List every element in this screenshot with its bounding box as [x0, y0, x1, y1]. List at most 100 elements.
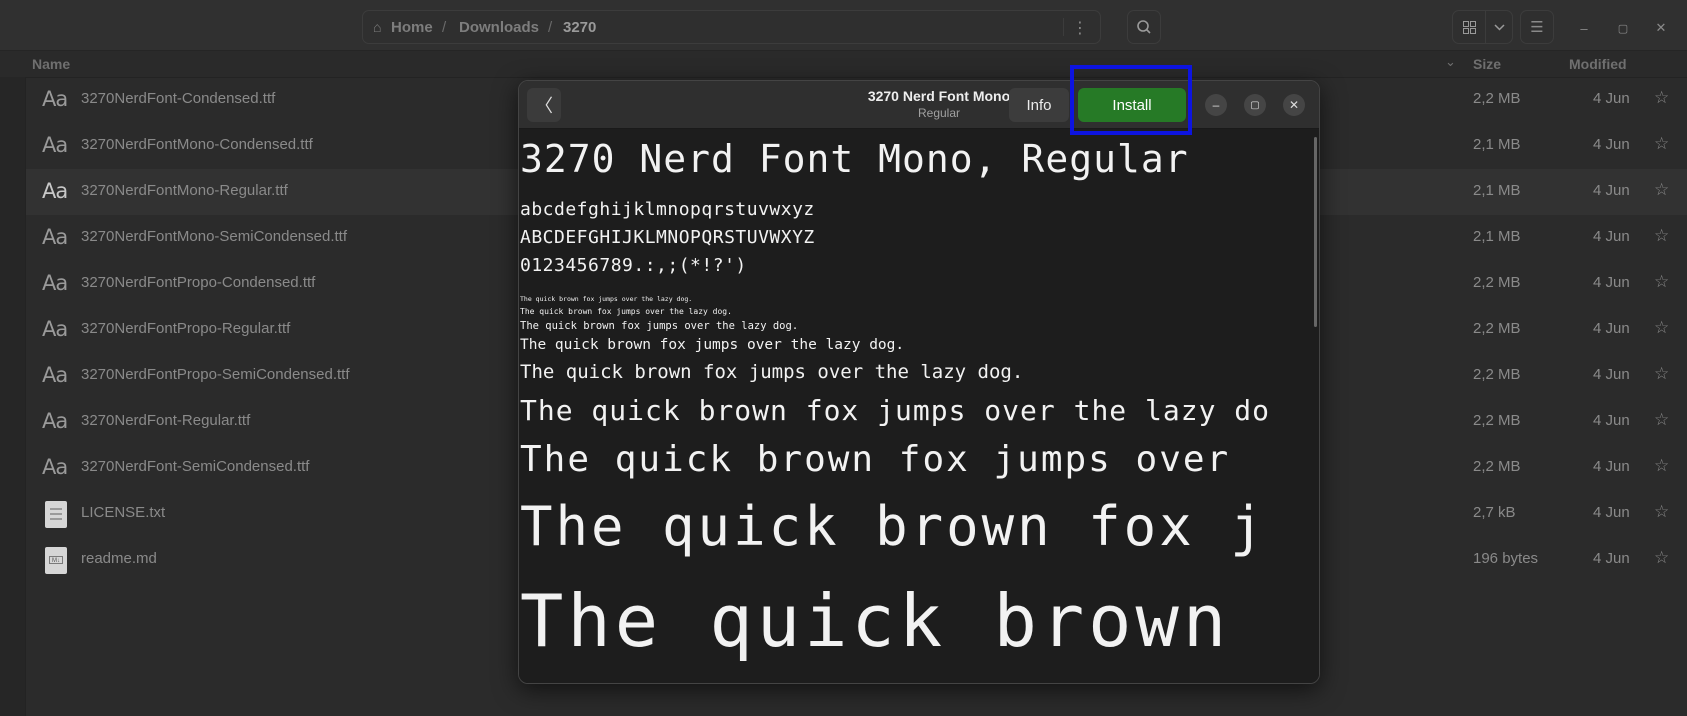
preview-sample: The quick brown fox jumps over the lazy …: [520, 361, 1024, 383]
breadcrumb-separator: /: [548, 19, 553, 36]
file-modified: 4 Jun: [1593, 320, 1630, 337]
file-size: 2,1 MB: [1473, 182, 1521, 199]
breadcrumb-separator: /: [442, 19, 447, 36]
view-grid-button[interactable]: [1452, 10, 1486, 44]
file-name: 3270NerdFontPropo-Regular.ttf: [81, 320, 291, 337]
file-name: 3270NerdFont-Condensed.ttf: [81, 90, 276, 107]
file-name: 3270NerdFontMono-SemiCondensed.ttf: [81, 228, 347, 245]
file-modified: 4 Jun: [1593, 228, 1630, 245]
preview-lowercase: abcdefghijklmnopqrstuvwxyz: [520, 199, 815, 220]
preview-heading: 3270 Nerd Font Mono, Regular: [520, 137, 1189, 181]
file-name: 3270NerdFontPropo-Condensed.ttf: [81, 274, 316, 291]
breadcrumb-downloads[interactable]: Downloads: [459, 19, 539, 36]
minimize-button[interactable]: –: [1573, 17, 1595, 39]
file-size: 2,7 kB: [1473, 504, 1516, 521]
font-preview-area[interactable]: 3270 Nerd Font Mono, Regular abcdefghijk…: [519, 129, 1319, 683]
file-size: 2,1 MB: [1473, 136, 1521, 153]
preview-sample: The quick brown fox jumps over the lazy …: [520, 337, 905, 353]
sort-chevron-icon[interactable]: ⌄: [1445, 54, 1456, 70]
preview-uppercase: ABCDEFGHIJKLMNOPQRSTUVWXYZ: [520, 227, 815, 248]
star-icon[interactable]: ☆: [1654, 502, 1669, 522]
font-file-icon: Aa: [42, 455, 68, 479]
chevron-down-icon: [1493, 23, 1505, 31]
preview-sample: The quick brown fox jumps over the lazy …: [520, 320, 799, 332]
star-icon[interactable]: ☆: [1654, 272, 1669, 292]
preview-sample: The quick brown: [520, 579, 1231, 663]
search-button[interactable]: [1127, 10, 1161, 44]
font-file-icon: Aa: [42, 87, 68, 111]
star-icon[interactable]: ☆: [1654, 134, 1669, 154]
file-size: 2,1 MB: [1473, 228, 1521, 245]
file-modified: 4 Jun: [1593, 182, 1630, 199]
font-file-icon: Aa: [42, 363, 68, 387]
dialog-maximize-button[interactable]: ▢: [1244, 94, 1266, 116]
text-file-icon: [45, 501, 67, 528]
file-size: 2,2 MB: [1473, 320, 1521, 337]
back-button[interactable]: 〈: [527, 88, 561, 122]
font-viewer-dialog: 〈 3270 Nerd Font Mono Regular Info Insta…: [518, 80, 1320, 684]
file-name: LICENSE.txt: [81, 504, 166, 521]
file-modified: 4 Jun: [1593, 90, 1630, 107]
file-size: 196 bytes: [1473, 550, 1539, 567]
search-icon: [1137, 20, 1151, 34]
preview-digits: 0123456789.:,;(*!?'): [520, 255, 747, 276]
header-bar: ⌂ Home / Downloads / 3270 ⋮ ☰ – ▢ ✕: [0, 0, 1687, 51]
file-modified: 4 Jun: [1593, 136, 1630, 153]
column-header: Name ⌄ Size Modified: [0, 51, 1687, 78]
breadcrumb-home[interactable]: Home: [391, 19, 433, 36]
file-name: 3270NerdFontMono-Condensed.ttf: [81, 136, 313, 153]
dialog-close-button[interactable]: ✕: [1283, 94, 1305, 116]
sidebar-collapsed: [0, 77, 26, 716]
file-name: readme.md: [81, 550, 157, 567]
file-name: 3270NerdFontPropo-SemiCondensed.ttf: [81, 366, 350, 383]
home-icon[interactable]: ⌂: [373, 19, 381, 35]
breadcrumb[interactable]: ⌂ Home / Downloads / 3270 ⋮: [362, 10, 1101, 44]
file-size: 2,2 MB: [1473, 458, 1521, 475]
view-options-button[interactable]: [1485, 10, 1513, 44]
column-modified[interactable]: Modified: [1569, 56, 1627, 72]
main-menu-button[interactable]: ☰: [1520, 10, 1554, 44]
vertical-scrollbar[interactable]: [1314, 137, 1317, 327]
file-modified: 4 Jun: [1593, 550, 1630, 567]
star-icon[interactable]: ☆: [1654, 180, 1669, 200]
breadcrumb-current[interactable]: 3270: [563, 19, 596, 36]
column-name[interactable]: Name: [32, 56, 70, 72]
star-icon[interactable]: ☆: [1654, 226, 1669, 246]
maximize-button[interactable]: ▢: [1612, 17, 1634, 39]
font-file-icon: Aa: [42, 179, 68, 203]
font-file-icon: Aa: [42, 317, 68, 341]
font-file-icon: Aa: [42, 271, 68, 295]
star-icon[interactable]: ☆: [1654, 88, 1669, 108]
grid-icon: [1462, 20, 1476, 34]
star-icon[interactable]: ☆: [1654, 318, 1669, 338]
preview-sample: The quick brown fox j: [520, 495, 1266, 558]
file-modified: 4 Jun: [1593, 412, 1630, 429]
font-file-icon: Aa: [42, 225, 68, 249]
star-icon[interactable]: ☆: [1654, 410, 1669, 430]
file-modified: 4 Jun: [1593, 274, 1630, 291]
dialog-header: 〈 3270 Nerd Font Mono Regular Info Insta…: [519, 81, 1319, 129]
close-button[interactable]: ✕: [1650, 17, 1672, 39]
dialog-minimize-button[interactable]: –: [1205, 94, 1227, 116]
file-name: 3270NerdFont-SemiCondensed.ttf: [81, 458, 310, 475]
file-modified: 4 Jun: [1593, 504, 1630, 521]
file-size: 2,2 MB: [1473, 366, 1521, 383]
info-button[interactable]: Info: [1009, 88, 1069, 122]
file-modified: 4 Jun: [1593, 366, 1630, 383]
star-icon[interactable]: ☆: [1654, 456, 1669, 476]
file-modified: 4 Jun: [1593, 458, 1630, 475]
star-icon[interactable]: ☆: [1654, 548, 1669, 568]
file-size: 2,2 MB: [1473, 274, 1521, 291]
file-name: 3270NerdFontMono-Regular.ttf: [81, 182, 288, 199]
file-name: 3270NerdFont-Regular.ttf: [81, 412, 251, 429]
font-file-icon: Aa: [42, 133, 68, 157]
hamburger-icon: ☰: [1530, 19, 1544, 36]
file-size: 2,2 MB: [1473, 412, 1521, 429]
column-size[interactable]: Size: [1473, 56, 1501, 72]
preview-sample: The quick brown fox jumps over: [520, 439, 1231, 480]
star-icon[interactable]: ☆: [1654, 364, 1669, 384]
path-menu-icon[interactable]: ⋮: [1063, 18, 1096, 37]
font-file-icon: Aa: [42, 409, 68, 433]
file-size: 2,2 MB: [1473, 90, 1521, 107]
preview-sample: The quick brown fox jumps over the lazy …: [520, 394, 1271, 427]
